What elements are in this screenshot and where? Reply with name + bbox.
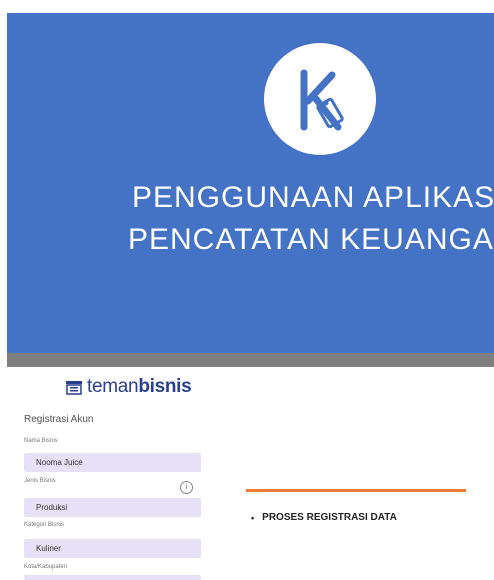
nama-bisnis-field[interactable]: Nooma Juice	[24, 453, 201, 472]
bullet: •	[251, 512, 255, 523]
slide-separator	[7, 353, 494, 367]
brand-name: temanbisnis	[87, 376, 192, 397]
info-icon[interactable]: i	[180, 481, 193, 494]
label-nama-bisnis: Nama Bisnis	[24, 438, 58, 444]
slide-title-line2: PENCATATAN KEUANGA	[128, 223, 494, 256]
title-slide: PENGGUNAAN APLIKASI PENCATATAN KEUANGA	[7, 13, 494, 353]
kota-kabupaten-field[interactable]	[24, 575, 201, 580]
label-kategori-bisnis: Kategori Bisnis	[24, 522, 65, 528]
accent-divider	[246, 489, 466, 492]
form-title: Registrasi Akun	[24, 414, 94, 425]
label-kota-kabupaten: Kota/Kabupaten	[24, 564, 68, 570]
brand-logo: temanbisnis	[65, 376, 192, 398]
step-label: PROSES REGISTRASI DATA	[262, 512, 397, 523]
jenis-bisnis-field[interactable]: Produksi	[24, 498, 201, 517]
label-jenis-bisnis: Jenis Bisnis	[24, 478, 56, 484]
slide-title-line1: PENGGUNAAN APLIKASI	[132, 181, 494, 214]
k-logo-icon	[300, 69, 344, 131]
store-icon	[66, 380, 82, 395]
app-logo	[264, 43, 376, 155]
registration-step-item: • PROSES REGISTRASI DATA	[251, 512, 397, 523]
kategori-bisnis-field[interactable]: Kuliner	[24, 539, 201, 558]
